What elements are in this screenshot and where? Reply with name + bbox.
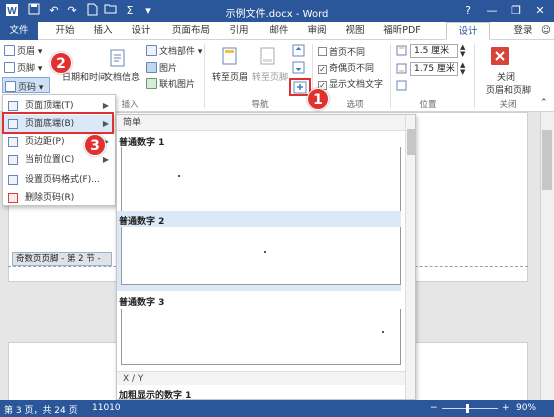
zoom-out-button[interactable]: − <box>430 403 438 413</box>
group-label-options: 选项 <box>346 100 364 110</box>
menu-item-remove-page-numbers[interactable]: 删除页码(R) <box>3 189 115 207</box>
tab-design[interactable]: 设计 <box>126 22 156 40</box>
tab-mailings[interactable]: 邮件 <box>264 22 294 40</box>
group-label-navigation: 导航 <box>251 100 269 110</box>
close-header-footer-button[interactable]: 关闭 页眉和页脚 <box>486 70 531 96</box>
group-label-position: 位置 <box>419 100 437 110</box>
top-of-page-icon <box>8 101 18 111</box>
gallery-section-xy: X / Y <box>117 371 405 385</box>
doc-parts-icon <box>146 45 157 56</box>
scrollbar-thumb[interactable] <box>542 130 552 190</box>
group-label-close: 关闭 <box>499 100 517 110</box>
header-button[interactable]: 页眉 ▾ <box>4 44 42 57</box>
gallery-preview <box>121 227 401 285</box>
word-count-status[interactable]: 11010 <box>92 403 121 413</box>
ribbon-separator <box>390 44 391 108</box>
first-page-different-checkbox[interactable]: 首页不同 <box>318 45 365 58</box>
spinner-arrows-icon[interactable]: ▲ ▼ <box>460 62 465 76</box>
online-picture-button[interactable]: 联机图片 <box>146 77 195 90</box>
docinfo-button[interactable]: 文档信息 <box>104 70 140 83</box>
ribbon-separator <box>474 44 475 108</box>
goto-footer-button[interactable]: 转至页脚 <box>252 70 288 83</box>
header-icon <box>4 45 15 56</box>
header-top-spinner[interactable]: 1.5 厘米 <box>410 44 458 58</box>
current-position-icon <box>8 155 18 165</box>
online-picture-icon <box>146 78 157 89</box>
page-number-marker <box>178 175 180 177</box>
gallery-scrollbar-thumb[interactable] <box>407 129 415 155</box>
tab-header-footer-design[interactable]: 设计 <box>446 22 490 40</box>
help-button[interactable]: ? <box>456 0 480 22</box>
annotation-badge-1: 1 <box>307 88 329 110</box>
footer-section-tag: 奇数页页脚 - 第 2 节 - <box>12 252 112 266</box>
collapse-ribbon-icon[interactable]: ⌃ <box>540 98 548 108</box>
page-count-status[interactable]: 第 3 页，共 24 页 <box>4 403 78 416</box>
show-document-text-checkbox[interactable]: ✓ 显示文档文字 <box>318 77 383 90</box>
menu-item-format-page-numbers[interactable]: 设置页码格式(F)... <box>3 171 115 189</box>
tab-references[interactable]: 引用 <box>224 22 254 40</box>
ribbon-separator <box>204 44 205 108</box>
gallery-preview <box>121 309 401 365</box>
page-number-icon <box>5 81 16 92</box>
tab-view[interactable]: 视图 <box>340 22 370 40</box>
checkbox-checked-icon: ✓ <box>318 65 327 74</box>
status-bar: 第 3 页，共 24 页 11010 − + 90% <box>0 400 554 417</box>
odd-even-different-checkbox[interactable]: ✓ 奇偶页不同 <box>318 61 374 74</box>
goto-header-button[interactable]: 转至页眉 <box>212 70 248 83</box>
next-section-icon[interactable] <box>292 61 306 75</box>
zoom-slider-track[interactable] <box>442 408 498 409</box>
footer-icon <box>4 62 15 73</box>
picture-icon <box>146 62 157 73</box>
datetime-button[interactable]: 日期和时间 <box>62 70 107 83</box>
close-window-button[interactable]: ✕ <box>528 0 552 22</box>
goto-footer-icon <box>258 46 280 68</box>
insert-alignment-tab-icon[interactable] <box>396 80 408 92</box>
annotation-badge-2: 2 <box>50 52 72 74</box>
gallery-item-plain-number-2[interactable]: 普通数字 2 <box>117 211 401 291</box>
gallery-section-simple: 简单 <box>117 115 405 131</box>
spinner-arrows-icon[interactable]: ▲ ▼ <box>460 44 465 58</box>
goto-header-icon <box>220 46 242 68</box>
doc-parts-button[interactable]: 文档部件 ▾ <box>146 44 202 57</box>
tab-foxit-pdf[interactable]: 福昕PDF <box>378 22 426 40</box>
minimize-button[interactable]: — <box>480 0 504 22</box>
tab-review[interactable]: 审阅 <box>302 22 332 40</box>
page-number-gallery: 简单 普通数字 1 普通数字 2 普通数字 3 X / Y 加粗显示的数字 1 <box>116 114 416 400</box>
restore-button[interactable]: ❐ <box>504 0 528 22</box>
format-page-numbers-icon <box>8 175 18 185</box>
login-link[interactable]: 登录 <box>508 22 538 40</box>
page-number-marker <box>382 331 384 333</box>
page-number-marker <box>264 251 266 253</box>
footer-button[interactable]: 页脚 ▾ <box>4 61 42 74</box>
footer-bottom-spinner[interactable]: 1.75 厘米 <box>410 62 458 76</box>
footer-position-icon <box>396 63 408 75</box>
gallery-item-bold-number-1[interactable]: 加粗显示的数字 1 <box>119 388 191 399</box>
tab-insert[interactable]: 插入 <box>88 22 118 40</box>
prev-section-icon[interactable] <box>292 44 306 58</box>
zoom-slider-thumb[interactable] <box>465 404 469 413</box>
checkbox-icon <box>318 47 327 56</box>
tab-file[interactable]: 文件 <box>0 22 38 40</box>
docinfo-icon <box>108 48 130 68</box>
highlight-box <box>2 112 114 134</box>
gallery-item-plain-number-3[interactable]: 普通数字 3 <box>117 293 401 369</box>
page-number-button[interactable]: 页码 ▾ <box>2 77 50 93</box>
close-header-footer-icon <box>490 46 512 68</box>
smiley-icon[interactable]: ☺ <box>540 22 552 40</box>
header-position-icon <box>396 45 408 57</box>
tab-home[interactable]: 开始 <box>50 22 80 40</box>
ribbon-tabs: 文件 开始 插入 设计 页面布局 引用 邮件 审阅 视图 福昕PDF 设计 登录… <box>0 22 554 40</box>
remove-page-numbers-icon <box>8 193 18 203</box>
page-margins-icon <box>8 137 18 147</box>
gallery-scrollbar[interactable] <box>405 115 415 399</box>
group-label-insert: 插入 <box>121 100 139 110</box>
annotation-badge-3: 3 <box>84 134 106 156</box>
zoom-in-button[interactable]: + <box>502 403 510 413</box>
picture-button[interactable]: 图片 <box>146 61 177 74</box>
zoom-level[interactable]: 90% <box>516 403 536 413</box>
title-bar: W ↶ ↷ Σ ▾ 示例文件.docx - Word ? — ❐ ✕ <box>0 0 554 22</box>
tab-page-layout[interactable]: 页面布局 <box>166 22 216 40</box>
